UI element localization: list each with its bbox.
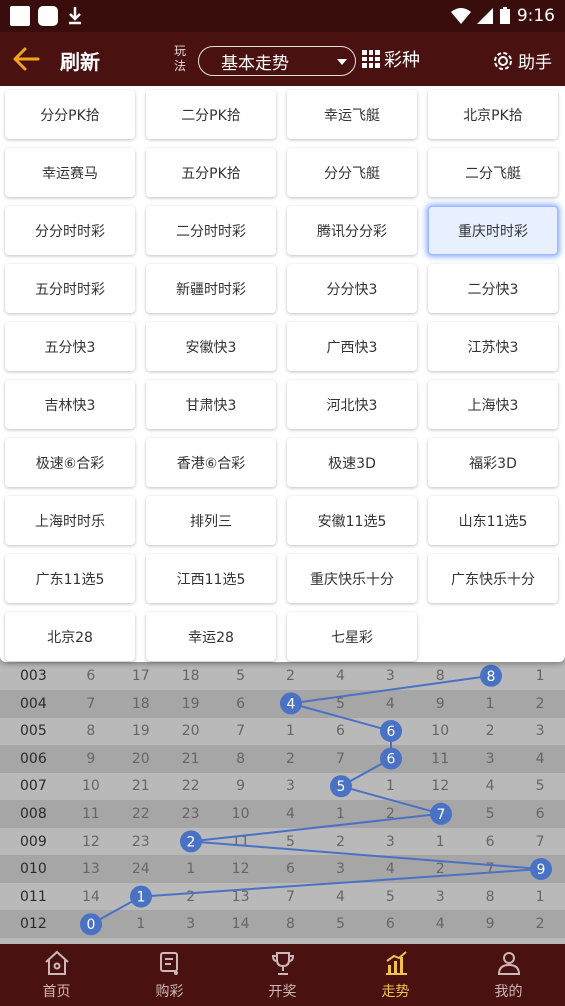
nav-item-chart[interactable]: 走势 [339,944,452,1006]
lottery-button[interactable]: 安徽11选5 [287,496,417,545]
trend-hit-value: 7 [437,807,446,823]
caret-down-icon [337,59,347,65]
trend-hit-value: 6 [387,724,396,740]
nav-label: 首页 [42,984,71,1000]
lottery-button[interactable]: 五分PK拾 [146,148,276,197]
trend-hit-value: 4 [287,696,296,712]
trend-hit-value: 6 [387,752,396,768]
battery-icon [499,7,510,24]
lottery-button[interactable]: 腾讯分分彩 [287,206,417,255]
trend-hit-value: 9 [537,862,546,878]
top-bar: 刷新 玩法 基本走势 彩种 助手 [0,32,565,88]
lottery-button[interactable]: 五分时时彩 [5,264,135,313]
lottery-button[interactable]: 北京28 [5,612,135,661]
lottery-button[interactable]: 重庆快乐十分 [287,554,417,603]
lottery-button[interactable]: 分分飞艇 [287,148,417,197]
download-icon [69,7,81,25]
lottery-button[interactable]: 上海时时乐 [5,496,135,545]
nav-label: 走势 [381,984,410,1000]
lottery-button[interactable]: 安徽快3 [146,322,276,371]
trend-hit-value: 0 [87,917,96,933]
lottery-grid: 分分PK拾 二分PK拾 幸运飞艇 北京PK拾幸运赛马 五分PK拾 分分飞艇 二分飞艇分分时时… [5,90,561,661]
signal-icon [476,8,493,24]
cart-icon [159,952,178,975]
status-bar: 9:16 [0,0,565,32]
wifi-icon [450,8,471,24]
user-icon [497,952,520,975]
helper-label: 助手 [518,53,552,73]
notification-icon [38,6,58,26]
lottery-button[interactable]: 甘肃快3 [146,380,276,429]
nav-item-cart[interactable]: 购彩 [113,944,226,1006]
lottery-button[interactable]: 上海快3 [428,380,558,429]
trend-hit-value: 2 [187,834,196,850]
lottery-button[interactable]: 排列三 [146,496,276,545]
back-arrow-icon[interactable] [12,45,40,73]
lottery-button[interactable]: 香港⑥合彩 [146,438,276,487]
bottom-nav: 首页 购彩 开奖 走势 我的 [0,944,565,1006]
nav-label: 购彩 [155,984,184,1000]
lottery-button[interactable]: 五分快3 [5,322,135,371]
notification-icon [10,6,30,26]
home-icon [44,950,69,975]
lottery-picker-panel: 分分PK拾 二分PK拾 幸运飞艇 北京PK拾幸运赛马 五分PK拾 分分飞艇 二分飞艇分分时时… [0,86,565,662]
trophy-icon [271,952,294,975]
lottery-type-label: 彩种 [384,50,420,71]
lottery-button[interactable]: 广东快乐十分 [428,554,558,603]
lottery-button[interactable]: 幸运赛马 [5,148,135,197]
lottery-button[interactable]: 七星彩 [287,612,417,661]
nav-item-home[interactable]: 首页 [0,944,113,1006]
lottery-button[interactable]: 福彩3D [428,438,558,487]
lottery-button[interactable]: 极速3D [287,438,417,487]
nav-label: 我的 [494,984,523,1000]
helper-button[interactable]: 助手 [492,48,552,73]
lottery-button[interactable]: 二分时时彩 [146,206,276,255]
lottery-button[interactable]: 分分PK拾 [5,90,135,139]
trend-hit-value: 8 [487,669,496,685]
trend-hit-value: 5 [337,779,346,795]
trend-hit-value: 1 [137,890,146,906]
nav-label: 开奖 [268,984,297,1000]
lottery-button[interactable]: 幸运飞艇 [287,90,417,139]
play-mode-label: 玩法 [174,44,187,73]
lottery-button[interactable]: 二分快3 [428,264,558,313]
lottery-button[interactable]: 重庆时时彩 [428,206,558,255]
clock: 9:16 [516,6,555,26]
lottery-button[interactable]: 江苏快3 [428,322,558,371]
lottery-button[interactable]: 河北快3 [287,380,417,429]
lottery-button[interactable]: 分分时时彩 [5,206,135,255]
nav-item-user[interactable]: 我的 [452,944,565,1006]
lottery-button[interactable]: 江西11选5 [146,554,276,603]
lottery-button[interactable]: 广东11选5 [5,554,135,603]
lottery-type-button[interactable]: 彩种 [362,46,420,72]
trend-line [90,674,542,926]
gear-icon [494,51,512,70]
mode-select-value: 基本走势 [221,53,289,74]
lottery-button[interactable]: 北京PK拾 [428,90,558,139]
lottery-button[interactable]: 吉林快3 [5,380,135,429]
mode-select[interactable]: 基本走势 [198,46,356,76]
lottery-button[interactable]: 极速⑥合彩 [5,438,135,487]
lottery-button[interactable]: 新疆时时彩 [146,264,276,313]
grid-icon [362,50,380,68]
lottery-button[interactable]: 二分飞艇 [428,148,558,197]
chart-icon [385,951,407,975]
lottery-button[interactable]: 山东11选5 [428,496,558,545]
lottery-button[interactable]: 分分快3 [287,264,417,313]
lottery-button[interactable]: 二分PK拾 [146,90,276,139]
lottery-button[interactable]: 幸运28 [146,612,276,661]
refresh-button[interactable]: 刷新 [60,46,100,75]
nav-item-trophy[interactable]: 开奖 [226,944,339,1006]
lottery-button[interactable]: 广西快3 [287,322,417,371]
